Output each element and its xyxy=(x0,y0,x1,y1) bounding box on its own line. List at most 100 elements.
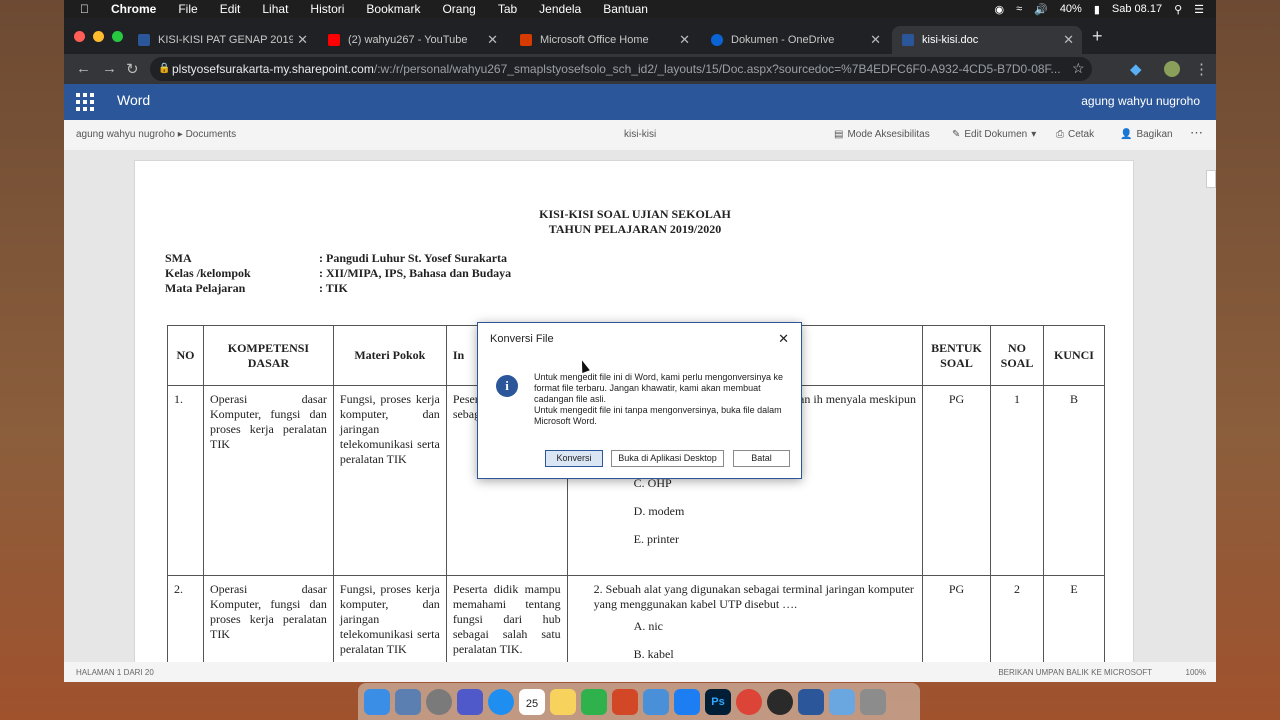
numbers-icon[interactable] xyxy=(581,688,607,715)
preview-icon[interactable] xyxy=(395,688,421,715)
word-icon xyxy=(138,34,150,46)
close-tab-icon[interactable]: ✕ xyxy=(870,32,881,48)
chrome-icon[interactable] xyxy=(736,688,762,715)
wifi-icon[interactable]: ≈ xyxy=(1016,3,1022,15)
menu-bookmark[interactable]: Bookmark xyxy=(366,2,420,16)
breadcrumb-user[interactable]: agung wahyu nugroho xyxy=(76,129,175,140)
close-tab-icon[interactable]: ✕ xyxy=(487,32,498,48)
document-name[interactable]: kisi-kisi xyxy=(624,129,656,140)
cancel-button[interactable]: Batal xyxy=(733,450,790,467)
back-icon[interactable]: ← xyxy=(76,60,91,77)
battery-percent[interactable]: 40% xyxy=(1060,3,1082,15)
tab-office-home[interactable]: Microsoft Office Home ✕ xyxy=(510,26,698,54)
battery-icon[interactable]: ▮ xyxy=(1094,3,1100,16)
header-no-soal: NO SOAL xyxy=(990,325,1044,386)
menu-history[interactable]: Histori xyxy=(310,2,344,16)
url-input[interactable]: 🔒 plstyosefsurakarta-my.sharepoint.com/:… xyxy=(150,57,1092,81)
cell-indikator: Peserta didik mampu memahami tentang fun… xyxy=(445,575,568,662)
launchpad-icon[interactable] xyxy=(426,688,452,715)
cell-no: 1. xyxy=(167,385,204,576)
menu-view[interactable]: Lihat xyxy=(262,2,288,16)
chrome-menu-icon[interactable]: ⋮ xyxy=(1194,60,1209,78)
profile-avatar[interactable] xyxy=(1164,61,1180,77)
address-bar-row: ← → ↻ 🔒 plstyosefsurakarta-my.sharepoint… xyxy=(64,54,1216,84)
menu-chrome[interactable]: Chrome xyxy=(111,2,156,16)
record-icon[interactable]: ◉ xyxy=(994,3,1004,16)
appstore-icon[interactable] xyxy=(674,688,700,715)
status-bar: HALAMAN 1 DARI 20 BERIKAN UMPAN BALIK KE… xyxy=(64,662,1216,682)
more-options-icon[interactable]: ⋯ xyxy=(1190,125,1203,141)
zoom-window-button[interactable] xyxy=(112,31,123,42)
minimize-window-button[interactable] xyxy=(93,31,104,42)
meta-label: SMA xyxy=(165,251,192,265)
dialog-message-2: Untuk mengedit file ini tanpa mengonvers… xyxy=(534,405,782,426)
window-controls xyxy=(74,31,123,42)
cell-bentuk: PG xyxy=(922,385,991,576)
word-app-header: Word agung wahyu nugroho xyxy=(64,84,1216,120)
user-name[interactable]: agung wahyu nugroho xyxy=(1081,94,1200,108)
volume-icon[interactable]: 🔊 xyxy=(1034,3,1048,16)
onedrive-icon xyxy=(711,34,723,46)
accessibility-icon: ▤ xyxy=(834,129,844,140)
forward-icon[interactable]: → xyxy=(102,60,117,77)
convert-button[interactable]: Konversi xyxy=(545,450,603,467)
notes-icon[interactable] xyxy=(550,688,576,715)
menu-tab[interactable]: Tab xyxy=(498,2,517,16)
open-desktop-button[interactable]: Buka di Aplikasi Desktop xyxy=(611,450,724,467)
share-button[interactable]: 👤 Bagikan xyxy=(1120,129,1173,140)
breadcrumb-folder[interactable]: Documents xyxy=(186,129,237,140)
cell-kunci: B xyxy=(1042,385,1106,576)
search-icon[interactable]: ⚲ xyxy=(1174,3,1182,16)
calendar-icon[interactable]: 25 xyxy=(519,688,545,715)
clock[interactable]: Sab 08.17 xyxy=(1112,3,1162,15)
extension-icon[interactable]: ◆ xyxy=(1130,60,1142,78)
tab-onedrive[interactable]: Dokumen - OneDrive ✕ xyxy=(701,26,889,54)
menu-window[interactable]: Jendela xyxy=(539,2,581,16)
word-icon[interactable] xyxy=(798,688,824,715)
option-e: E. printer xyxy=(633,532,679,546)
menu-edit[interactable]: Edit xyxy=(220,2,241,16)
menu-people[interactable]: Orang xyxy=(442,2,475,16)
close-tab-icon[interactable]: ✕ xyxy=(297,32,308,48)
edit-document-button[interactable]: ✎ Edit Dokumen ▾ xyxy=(952,129,1036,140)
zoom-level[interactable]: 100% xyxy=(1186,668,1206,677)
tab-kisi-doc[interactable]: kisi-kisi.doc ✕ xyxy=(892,26,1082,54)
apple-icon[interactable]:  xyxy=(80,2,89,16)
app-launcher-icon[interactable] xyxy=(76,93,94,111)
close-icon[interactable]: ✕ xyxy=(778,331,789,347)
tab-youtube[interactable]: (2) wahyu267 - YouTube ✕ xyxy=(318,26,506,54)
feedback-link[interactable]: BERIKAN UMPAN BALIK KE MICROSOFT xyxy=(998,668,1152,677)
bookmark-star-icon[interactable]: ☆ xyxy=(1072,60,1085,77)
printer-icon: ⎙ xyxy=(1056,129,1064,140)
vertical-scrollbar[interactable] xyxy=(1206,170,1216,188)
lock-icon[interactable]: 🔒 xyxy=(158,57,170,81)
tab-kisi-pat[interactable]: KISI-KISI PAT GENAP 2019-20 ✕ xyxy=(128,26,316,54)
accessibility-mode-button[interactable]: ▤ Mode Aksesibilitas xyxy=(834,129,930,140)
powerpoint-icon[interactable] xyxy=(612,688,638,715)
finder-icon[interactable] xyxy=(364,688,390,715)
notification-center-icon[interactable]: ☰ xyxy=(1194,3,1204,16)
photoshop-icon[interactable]: Ps xyxy=(705,688,731,715)
folder-icon[interactable] xyxy=(829,688,855,715)
new-tab-icon[interactable]: + xyxy=(1092,26,1103,47)
close-tab-icon[interactable]: ✕ xyxy=(1063,32,1074,48)
menu-help[interactable]: Bantuan xyxy=(603,2,648,16)
close-tab-icon[interactable]: ✕ xyxy=(679,32,690,48)
quicktime-icon[interactable] xyxy=(767,688,793,715)
option-b: B. kabel xyxy=(633,647,674,661)
reload-icon[interactable]: ↻ xyxy=(126,60,139,78)
meta-subject: Mata Pelajaran : TIK xyxy=(165,281,348,296)
share-label: Bagikan xyxy=(1136,129,1173,140)
safari-icon[interactable] xyxy=(488,688,514,715)
chevron-right-icon: ▸ xyxy=(177,129,186,140)
tab-title: Microsoft Office Home xyxy=(540,34,649,46)
teams-icon[interactable] xyxy=(457,688,483,715)
menu-file[interactable]: File xyxy=(178,2,197,16)
keynote-icon[interactable] xyxy=(643,688,669,715)
trash-icon[interactable] xyxy=(860,688,886,715)
app-name[interactable]: Word xyxy=(117,92,150,108)
close-window-button[interactable] xyxy=(74,31,85,42)
cell-no-soal: 1 xyxy=(990,385,1044,576)
print-button[interactable]: ⎙ Cetak xyxy=(1056,129,1094,140)
info-icon: i xyxy=(496,375,518,397)
